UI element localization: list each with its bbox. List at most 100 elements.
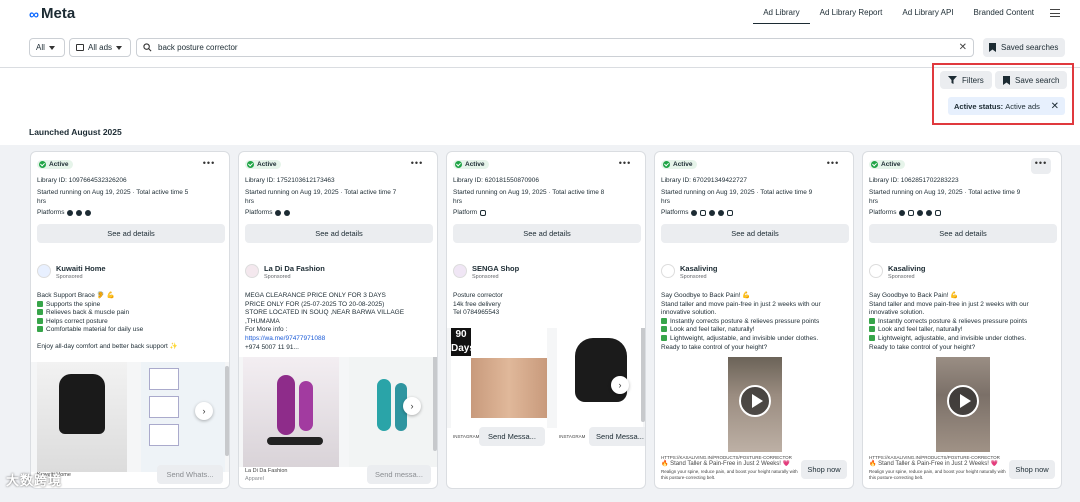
scrollbar[interactable] — [225, 366, 229, 456]
body-line: innovative solution. — [661, 309, 717, 317]
check-box-icon — [661, 317, 667, 324]
advertiser-name: Kasaliving — [888, 264, 926, 273]
active-status-chip[interactable]: Active status: Active ads ✕ — [948, 97, 1065, 115]
advertiser[interactable]: La Di Da Fashion Sponsored — [245, 264, 325, 281]
see-ad-details-button[interactable]: See ad details — [869, 224, 1057, 243]
started-running-cont: hrs — [245, 198, 255, 205]
ad-body: Say Goodbye to Back Pain! 💪 Stand taller… — [869, 292, 1055, 352]
nav-branded-content[interactable]: Branded Content — [964, 8, 1045, 24]
search-input[interactable]: back posture corrector ✕ — [136, 38, 974, 57]
top-bar: ∞ Meta Ad Library Ad Library Report Ad L… — [0, 0, 1080, 32]
check-box-icon — [661, 334, 667, 341]
more-options-icon[interactable]: ••• — [615, 158, 635, 174]
advertiser[interactable]: Kasaliving Sponsored — [661, 264, 718, 281]
ad-carousel[interactable]: 90 Days › — [447, 328, 645, 428]
link-description: Realign your spine, reduce pain, and boo… — [869, 469, 1006, 480]
nav-ad-library-report[interactable]: Ad Library Report — [810, 8, 893, 24]
ad-card: Active ••• Library ID: 1097664532326206 … — [30, 151, 230, 489]
see-ad-details-button[interactable]: See ad details — [661, 224, 849, 243]
chevron-right-icon[interactable]: › — [195, 402, 213, 420]
ad-video[interactable] — [655, 357, 853, 452]
see-ad-details-button[interactable]: See ad details — [245, 224, 433, 243]
audience-network-icon — [709, 209, 716, 216]
instagram-icon — [908, 209, 915, 216]
cta-button[interactable]: Send Whats... — [157, 465, 223, 484]
filters-button[interactable]: Filters — [940, 71, 992, 89]
save-search-button[interactable]: Save search — [995, 71, 1068, 89]
see-ad-details-button[interactable]: See ad details — [453, 224, 641, 243]
check-icon — [871, 161, 878, 168]
threads-icon — [935, 209, 942, 216]
body-line: For More info : — [245, 326, 288, 334]
ad-carousel[interactable]: › — [31, 362, 229, 472]
ad-type-select[interactable]: All ads — [69, 38, 131, 57]
carousel-image — [37, 362, 127, 472]
shop-now-button[interactable]: Shop now — [801, 460, 847, 479]
check-icon — [455, 161, 462, 168]
advertiser-avatar — [869, 264, 883, 278]
advertiser[interactable]: Kuwaiti Home Sponsored — [37, 264, 106, 281]
ad-carousel[interactable]: › — [239, 357, 437, 467]
cta-button[interactable]: Send messa... — [367, 465, 431, 484]
cta-button[interactable]: Send Messa... — [479, 427, 545, 446]
platforms-row: Platform — [453, 209, 487, 216]
library-id: Library ID: 670291349422727 — [661, 177, 748, 184]
ad-card: Active ••• Library ID: 620181550870906 S… — [446, 151, 646, 489]
nav-ad-library[interactable]: Ad Library — [753, 8, 810, 24]
status-text: Active — [257, 161, 277, 168]
body-line: Back Support Brace 🦻 💪 — [37, 292, 115, 299]
facebook-icon — [691, 209, 698, 216]
filters-label: Filters — [962, 75, 984, 85]
body-line: Instantly corrects posture & relieves pr… — [878, 317, 1028, 325]
body-line: +974 5007 11 91... — [245, 343, 299, 351]
menu-icon[interactable] — [1050, 9, 1060, 17]
status-text: Active — [465, 161, 485, 168]
chevron-right-icon[interactable]: › — [403, 397, 421, 415]
play-icon[interactable] — [739, 385, 771, 417]
status-badge: Active — [37, 160, 73, 169]
scrollbar[interactable] — [641, 328, 645, 422]
ad-video[interactable] — [863, 357, 1061, 452]
link-headline[interactable]: 🔥 Stand Taller & Pain-Free in Just 2 Wee… — [661, 461, 801, 468]
clear-search-icon[interactable]: ✕ — [959, 42, 967, 53]
more-options-icon[interactable]: ••• — [823, 158, 843, 174]
facebook-icon — [67, 209, 74, 216]
see-ad-details-button[interactable]: See ad details — [37, 224, 225, 243]
advertiser-avatar — [661, 264, 675, 278]
saved-searches-button[interactable]: Saved searches — [983, 38, 1065, 57]
ad-card: Active ••• Library ID: 1062851702283223 … — [862, 151, 1062, 489]
chip-value: Active ads — [1005, 101, 1040, 111]
link-headline[interactable]: 🔥 Stand Taller & Pain-Free in Just 2 Wee… — [869, 461, 1009, 468]
platforms-row: Platforms — [869, 209, 942, 216]
country-select[interactable]: All — [29, 38, 65, 57]
body-line: Enjoy all-day comfort and better back su… — [37, 342, 178, 350]
audience-network-icon — [917, 209, 924, 216]
footer-category: Apparel — [245, 476, 264, 482]
body-line: 14k free delivery — [453, 300, 501, 308]
nav-ad-library-api[interactable]: Ad Library API — [892, 8, 963, 24]
play-icon[interactable] — [947, 385, 979, 417]
meta-logo[interactable]: ∞ Meta — [29, 5, 75, 22]
remove-filter-icon[interactable]: ✕ — [1051, 101, 1059, 112]
status-text: Active — [673, 161, 693, 168]
more-options-icon[interactable]: ••• — [407, 158, 427, 174]
body-line: Stand taller and move pain-free in just … — [661, 300, 821, 308]
more-options-icon[interactable]: ••• — [199, 158, 219, 174]
platforms-label: Platform — [453, 209, 478, 216]
advertiser[interactable]: Kasaliving Sponsored — [869, 264, 926, 281]
scrollbar[interactable] — [433, 357, 437, 451]
more-options-icon[interactable]: ••• — [1031, 158, 1051, 174]
body-line: Look and feel taller, naturally! — [670, 326, 755, 334]
watermark: 大数跨境 — [6, 473, 63, 488]
chevron-right-icon[interactable]: › — [611, 376, 629, 394]
body-link[interactable]: https://wa.me/97477971088 — [245, 335, 431, 344]
platforms-label: Platforms — [869, 209, 897, 216]
library-id: Library ID: 620181550870906 — [453, 177, 540, 184]
started-running-cont: hrs — [37, 198, 47, 205]
advertiser[interactable]: SENGA Shop Sponsored — [453, 264, 519, 281]
body-line: Stand taller and move pain-free in just … — [869, 300, 1029, 308]
body-line: Ready to take control of your height? — [869, 343, 976, 351]
shop-now-button[interactable]: Shop now — [1009, 460, 1055, 479]
cta-button[interactable]: Send Messa... — [589, 427, 645, 446]
ad-card: Active ••• Library ID: 1752103612173463 … — [238, 151, 438, 489]
